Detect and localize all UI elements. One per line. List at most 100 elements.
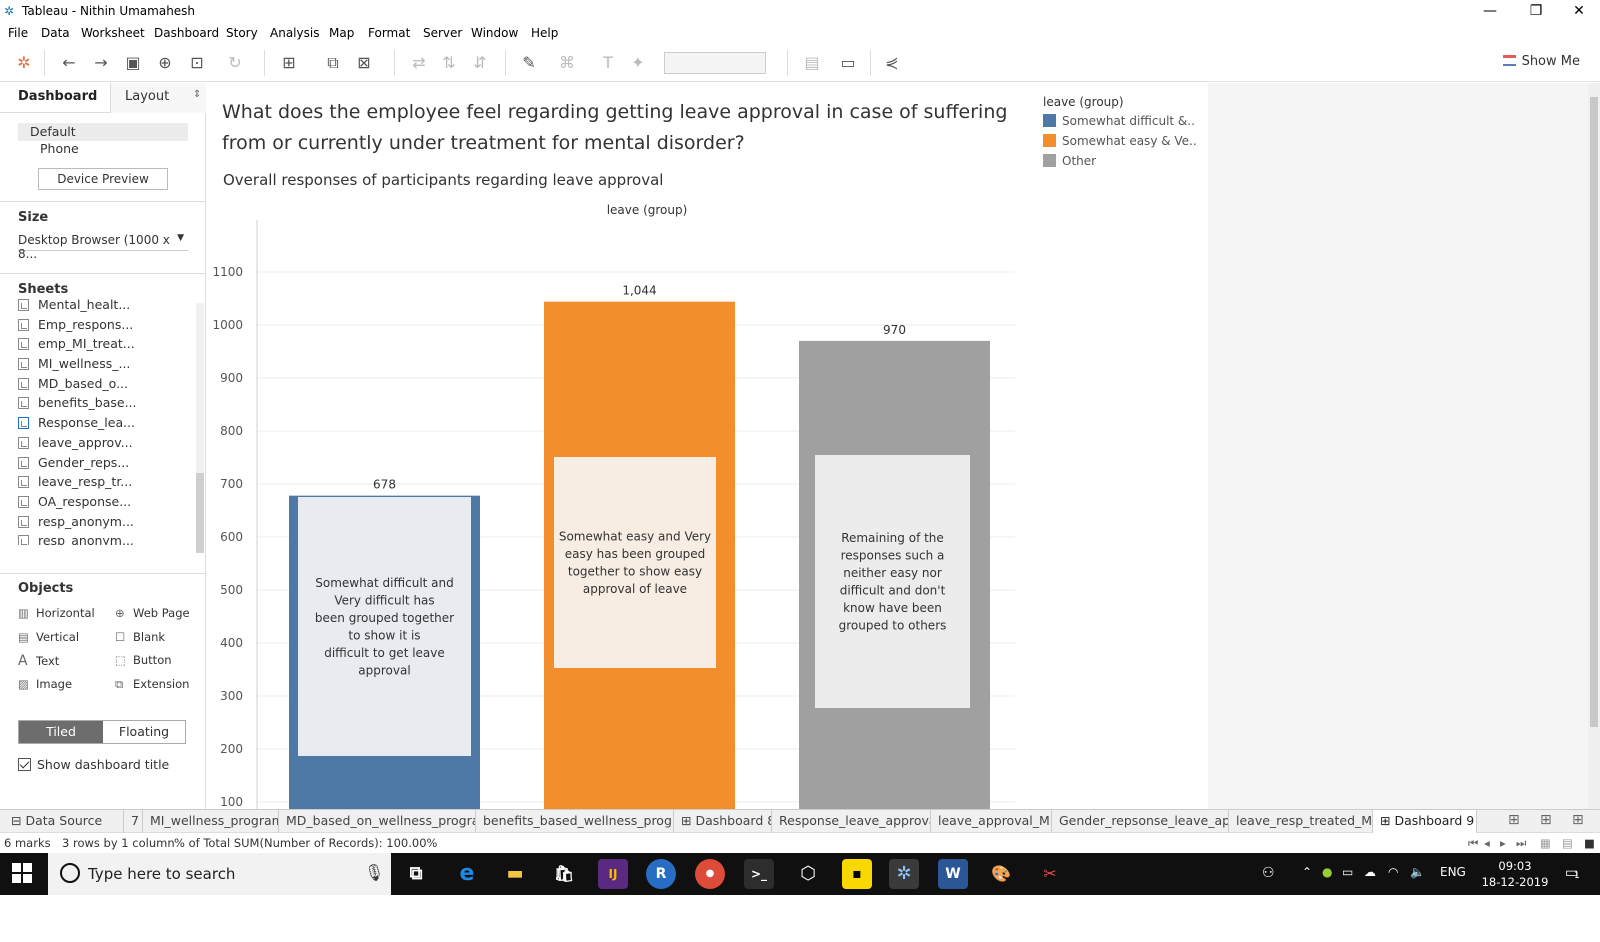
fit-dropdown[interactable] (664, 52, 766, 74)
wifi-icon[interactable]: ◠ (1388, 865, 1398, 879)
object-text[interactable]: A Text (18, 653, 59, 669)
tab-layout[interactable]: Layout (125, 89, 169, 104)
sheet-list-item[interactable]: MD_based_o... (18, 376, 198, 396)
sheet-sorter-icon[interactable]: ▦ (1540, 836, 1551, 850)
menu-data[interactable]: Data (41, 26, 70, 40)
prev-page-icon[interactable]: ◂ (1484, 836, 1490, 850)
save-icon[interactable]: ▣ (121, 52, 145, 74)
battery-icon[interactable]: ▭ (1342, 865, 1353, 879)
menu-analysis[interactable]: Analysis (270, 26, 319, 40)
swap-icon[interactable]: ⇄ (407, 52, 431, 74)
presentation-mode-icon[interactable]: ▭ (836, 52, 860, 74)
menu-file[interactable]: File (8, 26, 28, 40)
device-phone[interactable]: Phone (40, 141, 79, 156)
language-indicator[interactable]: ENG (1440, 865, 1466, 879)
pause-updates-icon[interactable]: ⊡ (185, 52, 209, 74)
share-icon[interactable]: ⋞ (880, 52, 904, 74)
canvas-scroll-thumb[interactable] (1590, 97, 1598, 727)
edge-icon[interactable]: e (452, 859, 482, 889)
menu-worksheet[interactable]: Worksheet (81, 26, 145, 40)
sheet-list-item[interactable]: Mental_healt... (18, 297, 198, 317)
microphone-icon[interactable]: 🎙 (364, 863, 384, 882)
object-button[interactable]: ⬚ Button (115, 653, 172, 667)
show-hidden-icons-icon[interactable]: ⌃ (1302, 865, 1312, 879)
store-icon[interactable]: 🛍 (549, 859, 579, 889)
sort-ascending-icon[interactable]: ⇅ (437, 52, 461, 74)
sticky-notes-icon[interactable]: ▪ (842, 859, 872, 889)
minimize-icon[interactable]: — (1467, 0, 1513, 22)
sheet-list-item[interactable]: OA_response... (18, 494, 198, 514)
filmstrip-icon[interactable]: ▤ (1562, 836, 1573, 850)
legend-item[interactable]: Somewhat difficult &.. (1043, 114, 1203, 134)
new-dashboard-tab-icon[interactable]: ⊞ (1540, 812, 1552, 828)
sheet-tab[interactable]: MI_wellness_program (143, 810, 279, 833)
menu-story[interactable]: Story (226, 26, 258, 40)
group-icon[interactable]: ⌘ (555, 52, 579, 74)
duplicate-icon[interactable]: ⧉ (321, 52, 345, 74)
sheet-list-item[interactable]: Emp_respons... (18, 317, 198, 337)
taskbar-search[interactable]: Type here to search 🎙 (48, 853, 391, 895)
sheet-list-item[interactable]: Gender_reps... (18, 455, 198, 475)
show-cards-icon[interactable]: ▤ (800, 52, 824, 74)
object-horizontal[interactable]: ▥ Horizontal (18, 606, 95, 620)
sheet-list-item[interactable]: resp_anonym... (18, 533, 198, 545)
bar-chart[interactable]: leave (group) 100 200 300 400 500 600 700 800 90… (207, 200, 1037, 809)
windows-start-icon[interactable] (12, 863, 34, 885)
sheet-list-item[interactable]: MI_wellness_... (18, 356, 198, 376)
new-worksheet-tab-icon[interactable]: ⊞ (1508, 812, 1520, 828)
new-worksheet-icon[interactable]: ⊞ (277, 52, 301, 74)
floating-button[interactable]: Floating (103, 721, 185, 743)
menu-server[interactable]: Server (423, 26, 462, 40)
refresh-icon[interactable]: ↻ (223, 52, 247, 74)
sheet-tab[interactable]: MD_based_on_wellness_program (279, 810, 476, 833)
clear-sheet-icon[interactable]: ⊠ (352, 52, 376, 74)
data-source-tab[interactable]: ⊟ Data Source (4, 810, 124, 833)
last-page-icon[interactable]: ⏭ (1516, 836, 1526, 851)
volume-icon[interactable]: 🔈 (1410, 865, 1425, 879)
device-preview-button[interactable]: Device Preview (38, 168, 168, 190)
tiled-button[interactable]: Tiled (19, 721, 103, 743)
tab-layout-area[interactable]: Layout ⇕ (110, 83, 206, 113)
intellij-icon[interactable]: IJ (598, 859, 628, 889)
sheet-list-item[interactable]: resp_anonym... (18, 514, 198, 534)
object-web-page[interactable]: ⊕ Web Page (115, 606, 190, 620)
legend-item[interactable]: Other (1043, 154, 1203, 174)
menu-map[interactable]: Map (329, 26, 354, 40)
sheet-list-item[interactable]: leave_approv... (18, 435, 198, 455)
object-image[interactable]: ▨ Image (18, 677, 72, 691)
legend-item[interactable]: Somewhat easy & Ve.. (1043, 134, 1203, 154)
sheet-tab[interactable]: leave_resp_treated_MI (1229, 810, 1373, 833)
show-me-button[interactable]: Show Me (1502, 54, 1580, 69)
r-icon[interactable]: R (646, 859, 676, 889)
restore-icon[interactable]: ❐ (1513, 0, 1559, 22)
highlight-icon[interactable]: ✎ (517, 52, 541, 74)
size-dropdown[interactable]: Desktop Browser (1000 x 8... ▼ (18, 233, 188, 261)
snipping-tool-icon[interactable]: ✂ (1035, 859, 1065, 889)
object-extension[interactable]: ⧉ Extension (115, 677, 189, 692)
sheet-tab[interactable]: ⊞ Dashboard 8 (674, 810, 772, 833)
tabs-view-icon[interactable]: ■ (1584, 836, 1595, 850)
sheets-scroll-thumb[interactable] (196, 473, 204, 553)
undo-icon[interactable]: ← (57, 52, 81, 74)
show-dashboard-title-checkbox[interactable]: Show dashboard title (18, 757, 169, 772)
close-icon[interactable]: ✕ (1556, 0, 1600, 22)
next-page-icon[interactable]: ▸ (1500, 836, 1506, 850)
tableau-taskbar-icon[interactable]: ✲ (889, 859, 919, 889)
new-story-tab-icon[interactable]: ⊞ (1572, 812, 1584, 828)
sheet-tab[interactable]: Response_leave_approval (772, 810, 931, 833)
menu-format[interactable]: Format (368, 26, 410, 40)
object-blank[interactable]: ☐ Blank (115, 630, 165, 644)
sort-descending-icon[interactable]: ⇵ (468, 52, 492, 74)
canvas-scrollbar[interactable] (1588, 83, 1600, 809)
sheet-list-item[interactable]: Response_lea... (18, 415, 198, 435)
pin-icon[interactable]: ✦ (626, 52, 650, 74)
chrome-icon[interactable]: ● (695, 859, 725, 889)
sheet-tab[interactable]: 7 (124, 810, 143, 833)
sheet-tab[interactable]: ⊞ Dashboard 9 (1373, 810, 1477, 833)
people-icon[interactable]: ⚇ (1262, 865, 1275, 881)
menu-help[interactable]: Help (531, 26, 558, 40)
onedrive-icon[interactable]: ☁ (1364, 865, 1376, 879)
new-data-source-icon[interactable]: ⊕ (153, 52, 177, 74)
legend[interactable]: leave (group) Somewhat difficult &.. Som… (1043, 95, 1203, 174)
device-default[interactable]: Default (18, 123, 188, 141)
